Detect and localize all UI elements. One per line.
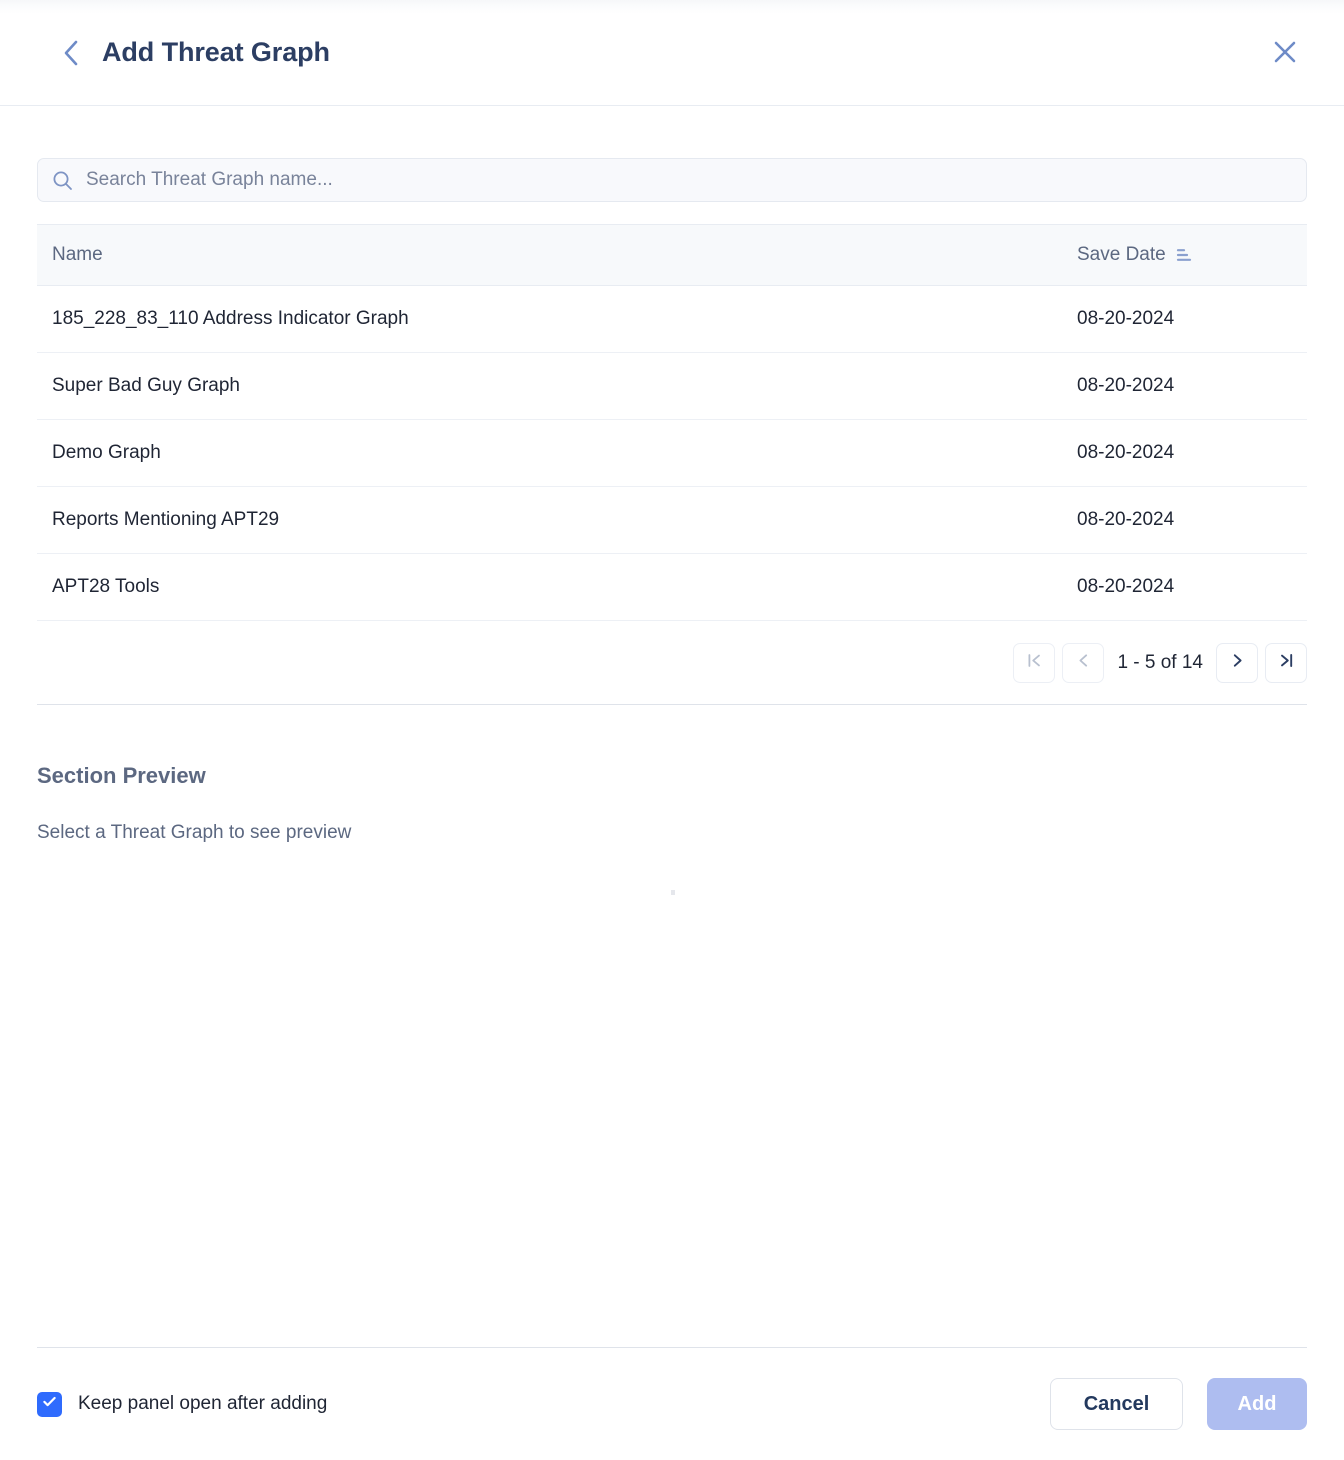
column-header-save-date-label: Save Date [1077,244,1166,265]
pagination: 1 - 5 of 14 [37,621,1307,705]
resize-handle[interactable] [671,890,675,895]
table-row[interactable]: 185_228_83_110 Address Indicator Graph 0… [37,286,1307,353]
cell-save-date: 08-20-2024 [1077,308,1175,329]
pagination-range-label: 1 - 5 of 14 [1117,651,1203,673]
close-icon [1272,39,1298,68]
previous-page-button[interactable] [1062,642,1105,683]
cell-name: APT28 Tools [52,576,160,597]
checkbox-box[interactable] [37,1391,62,1417]
add-threat-graph-dialog: Add Threat Graph Name [0,0,1344,1460]
cell-name: 185_228_83_110 Address Indicator Graph [52,308,409,329]
close-button[interactable] [1268,36,1302,70]
table-row[interactable]: Reports Mentioning APT29 08-20-2024 [37,487,1307,554]
cancel-button[interactable]: Cancel [1050,1378,1183,1430]
last-page-button[interactable] [1265,642,1307,683]
keep-panel-open-checkbox[interactable]: Keep panel open after adding [37,1391,328,1417]
dialog-body: Name Save Date 185_228_83_110 Address In… [0,106,1344,1347]
table-header-row: Name Save Date [37,225,1307,286]
cell-save-date: 08-20-2024 [1077,509,1175,530]
table-row[interactable]: Demo Graph 08-20-2024 [37,420,1307,487]
dialog-footer: Keep panel open after adding Cancel Add [0,1348,1344,1460]
search-icon [52,170,73,191]
first-page-icon [1027,653,1042,673]
search-field[interactable] [37,158,1307,202]
table-row[interactable]: APT28 Tools 08-20-2024 [37,554,1307,621]
table-row[interactable]: Super Bad Guy Graph 08-20-2024 [37,353,1307,420]
first-page-button[interactable] [1013,642,1056,683]
keep-panel-open-label: Keep panel open after adding [78,1393,328,1414]
pagination-next-group [1216,642,1307,683]
page-title: Add Threat Graph [102,37,330,67]
chevron-left-icon [1076,653,1091,673]
sort-ascending-icon [1176,248,1192,262]
column-header-name[interactable]: Name [37,244,1047,266]
threat-graph-table: Name Save Date 185_228_83_110 Address In… [37,224,1307,621]
next-page-button[interactable] [1216,642,1258,683]
dialog-header: Add Threat Graph [0,0,1344,106]
section-preview-empty-text: Select a Threat Graph to see preview [37,822,352,843]
chevron-left-icon [63,40,79,66]
cell-name: Super Bad Guy Graph [52,375,240,396]
check-icon [41,1393,58,1415]
column-header-save-date[interactable]: Save Date [1047,244,1307,266]
add-button[interactable]: Add [1207,1378,1307,1430]
cell-name: Reports Mentioning APT29 [52,509,280,530]
back-button[interactable] [56,38,86,68]
cell-name: Demo Graph [52,442,161,463]
section-preview-title: Section Preview [37,763,206,788]
chevron-right-icon [1230,653,1245,673]
cell-save-date: 08-20-2024 [1077,576,1175,597]
column-header-name-label: Name [52,244,103,265]
section-preview: Section Preview Select a Threat Graph to… [0,705,1344,1347]
search-input[interactable] [86,169,1292,191]
last-page-icon [1279,653,1294,673]
cell-save-date: 08-20-2024 [1077,442,1175,463]
cell-save-date: 08-20-2024 [1077,375,1175,396]
